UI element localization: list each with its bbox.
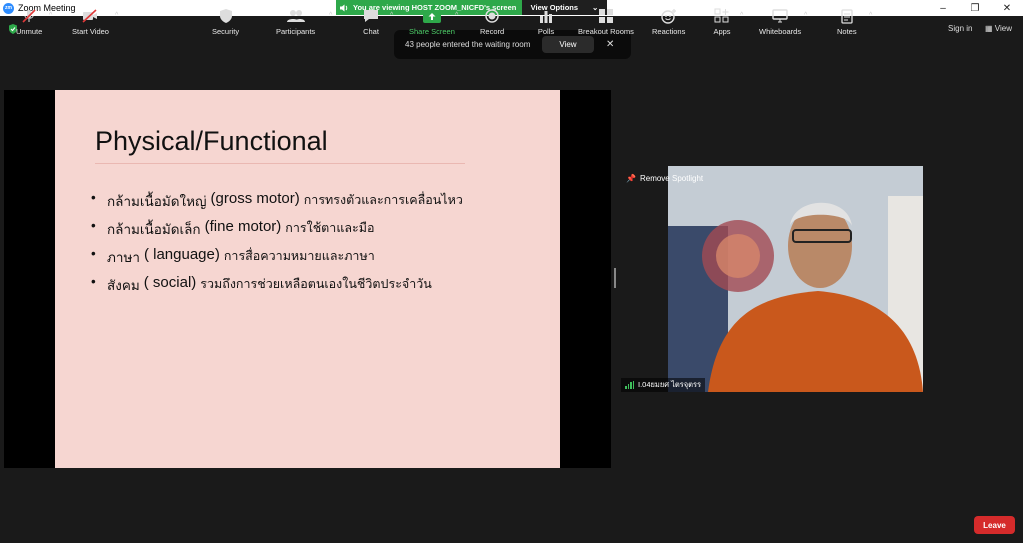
- whiteboards-label: Whiteboards: [759, 27, 802, 36]
- video-letterbox-left: [621, 166, 668, 392]
- breakout-rooms-label: Breakout Rooms: [578, 27, 634, 36]
- notes-label: Notes: [837, 27, 857, 36]
- polls-button[interactable]: Polls: [537, 8, 555, 36]
- zoom-logo-icon: zm: [3, 2, 14, 14]
- grid-view-icon: ▦: [985, 24, 993, 33]
- slide-bullets: • กล้ามเนื้อมัดใหญ่ (gross motor) การทรงตัว…: [91, 190, 463, 302]
- speaker-icon: [340, 4, 348, 11]
- title-underline: [95, 163, 465, 164]
- share-options-caret-icon[interactable]: ^: [455, 12, 458, 19]
- whiteboards-caret-icon[interactable]: ^: [804, 12, 807, 19]
- bullet-description: การทรงตัวและการเคลื่อนไหว: [303, 193, 463, 207]
- bullet-description: รวมถึงการช่วยเหลือตนเองในชีวิตประจำวัน: [200, 277, 432, 291]
- polls-label: Polls: [537, 27, 555, 36]
- bullet-english-term: ( social): [143, 274, 197, 291]
- record-button[interactable]: Record: [480, 8, 504, 36]
- reactions-label: Reactions: [652, 27, 686, 36]
- share-screen-label: Share Screen: [409, 27, 455, 36]
- participant-video-feed: [668, 166, 923, 392]
- signal-strength-icon: [625, 381, 634, 389]
- pin-icon: 📌: [626, 174, 636, 183]
- presentation-slide: Physical/Functional • กล้ามเนื้อมัดใหญ่ (g…: [55, 90, 560, 468]
- bullet-item: • สังคม( social) รวมถึงการช่วยเหลือตนเองใน…: [91, 274, 463, 302]
- participants-button[interactable]: 50 Participants: [276, 8, 326, 36]
- remove-spotlight-label: Remove Spotlight: [639, 174, 704, 183]
- polls-icon: [537, 8, 555, 24]
- bullet-item: • กล้ามเนื้อมัดเล็ก (fine motor) การใช้ตาแล…: [91, 218, 463, 246]
- video-letterbox-right: [923, 166, 969, 392]
- bullet-thai-term: กล้ามเนื้อมัดเล็ก: [107, 222, 201, 237]
- unmute-label: Unmute: [16, 27, 43, 36]
- bullet-thai-term: กล้ามเนื้อมัดใหญ่: [107, 194, 207, 209]
- record-icon: [483, 8, 501, 24]
- whiteboard-icon: [771, 8, 789, 24]
- shield-icon: [217, 8, 235, 24]
- participant-image: [668, 166, 923, 392]
- meeting-toolbar: [0, 505, 1023, 543]
- reactions-button[interactable]: Reactions: [652, 8, 685, 36]
- notes-button[interactable]: Notes: [837, 8, 857, 36]
- apps-button[interactable]: Apps: [713, 8, 731, 36]
- notes-caret-icon[interactable]: ^: [869, 12, 872, 19]
- bullet-item: • กล้ามเนื้อมัดใหญ่ (gross motor) การทรงตัว…: [91, 190, 463, 218]
- chat-button[interactable]: Chat: [362, 8, 380, 36]
- bullet-thai-term: ภาษา: [107, 250, 140, 265]
- start-video-button[interactable]: Start Video: [72, 8, 109, 36]
- apps-label: Apps: [713, 27, 731, 36]
- close-icon[interactable]: ✕: [606, 39, 614, 50]
- participant-name-tag: I.04ยมยศ ไตรจุตรร: [621, 378, 706, 392]
- video-options-caret-icon[interactable]: ^: [115, 12, 118, 19]
- shared-screen: Physical/Functional • กล้ามเนื้อมัดใหญ่ (g…: [4, 90, 611, 468]
- video-off-icon: [81, 8, 99, 24]
- bullet-description: การใช้ตาและมือ: [285, 221, 375, 235]
- split-resize-handle[interactable]: [614, 268, 616, 288]
- participant-video-tile[interactable]: 📌 Remove Spotlight I.04ยมยศ ไตรจุตรร: [621, 166, 969, 392]
- participants-label: Participants: [276, 27, 316, 36]
- notes-icon: [838, 8, 856, 24]
- leave-button[interactable]: Leave: [974, 516, 1015, 534]
- sign-in-link[interactable]: Sign in: [948, 24, 972, 33]
- bullet-english-term: (fine motor): [204, 218, 282, 235]
- share-screen-icon: [422, 8, 441, 24]
- waiting-room-message: 43 people entered the waiting room: [405, 40, 531, 49]
- unmute-button[interactable]: Unmute: [16, 8, 42, 36]
- apps-caret-icon[interactable]: ^: [740, 12, 743, 19]
- close-button[interactable]: ✕: [991, 0, 1023, 16]
- view-layout-button[interactable]: ▦ View: [985, 24, 1012, 33]
- bullet-english-term: (gross motor): [210, 190, 300, 207]
- breakout-rooms-icon: [597, 8, 615, 24]
- smiley-plus-icon: [660, 8, 678, 24]
- chat-label: Chat: [363, 27, 379, 36]
- participant-name: I.04ยมยศ ไตรจุตรร: [638, 380, 702, 389]
- apps-icon: [713, 8, 731, 24]
- bullet-english-term: ( language): [143, 246, 220, 263]
- view-layout-label: View: [994, 24, 1012, 33]
- chat-icon: [362, 8, 380, 24]
- bullet-item: • ภาษา( language) การสื่อความหมายและภาษา: [91, 246, 463, 274]
- audio-options-caret-icon[interactable]: ^: [49, 12, 52, 19]
- participant-count: 50: [318, 9, 327, 16]
- whiteboards-button[interactable]: Whiteboards: [759, 8, 801, 36]
- share-screen-button[interactable]: Share Screen: [409, 8, 455, 36]
- restore-button[interactable]: ❐: [959, 0, 991, 16]
- participants-caret-icon[interactable]: ^: [329, 12, 332, 19]
- record-label: Record: [480, 27, 505, 36]
- waiting-room-view-button[interactable]: View: [542, 36, 594, 53]
- security-label: Security: [212, 27, 240, 36]
- chat-caret-icon[interactable]: ^: [390, 12, 393, 19]
- participants-icon: 50: [286, 8, 326, 24]
- bullet-thai-term: สังคม: [107, 278, 140, 293]
- breakout-rooms-button[interactable]: Breakout Rooms: [578, 8, 634, 36]
- microphone-muted-icon: [20, 8, 38, 24]
- start-video-label: Start Video: [72, 27, 109, 36]
- slide-title: Physical/Functional: [95, 126, 328, 156]
- window-controls: – ❐ ✕: [927, 0, 1023, 16]
- bullet-description: การสื่อความหมายและภาษา: [223, 249, 375, 263]
- minimize-button[interactable]: –: [927, 0, 959, 16]
- remove-spotlight-button[interactable]: 📌 Remove Spotlight: [626, 174, 703, 183]
- security-button[interactable]: Security: [212, 8, 239, 36]
